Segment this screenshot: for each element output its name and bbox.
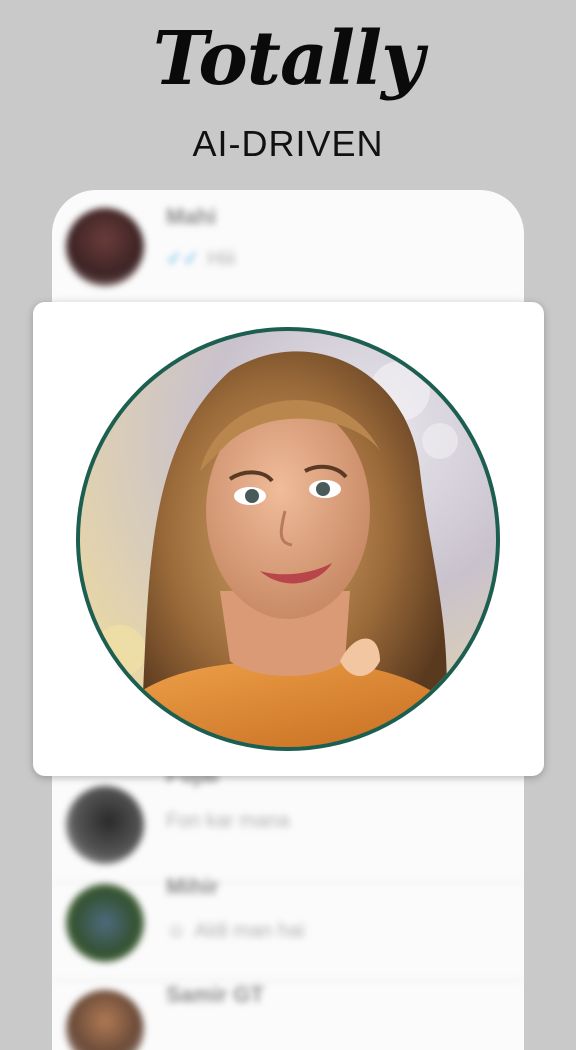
chat-preview: ✓✓ Hiii [166,246,235,271]
chat-name: Samir GT [166,982,264,1007]
double-check-icon: ✓✓ [166,248,200,270]
portrait-illustration [80,331,496,747]
avatar[interactable] [66,786,144,864]
avatar[interactable] [66,208,144,286]
chat-preview: Fon kar mana [166,810,290,832]
chat-preview-text: Aldi man hai [194,920,305,942]
chat-row[interactable]: Samir GT [52,980,524,1050]
profile-photo-frame [76,327,500,751]
chat-row[interactable]: Pujai Fon kar mana [52,762,524,883]
chat-row[interactable]: Mahi ✓✓ Hiii [52,190,524,301]
headline-script: Totally [152,16,424,102]
headline-subtitle: AI-DRIVEN [192,123,384,164]
chat-name: Mihir [166,874,219,899]
avatar[interactable] [66,990,144,1050]
avatar[interactable] [66,884,144,962]
profile-photo-popup[interactable] [33,302,544,776]
chat-row[interactable]: Mihir ☺ Aldi man hai [52,870,524,981]
chat-preview-text: Hiii [207,248,236,270]
chat-name: Mahi [166,204,217,229]
person-icon: ☺ [166,920,187,942]
profile-photo[interactable] [80,331,496,747]
chat-preview: ☺ Aldi man hai [166,920,304,943]
